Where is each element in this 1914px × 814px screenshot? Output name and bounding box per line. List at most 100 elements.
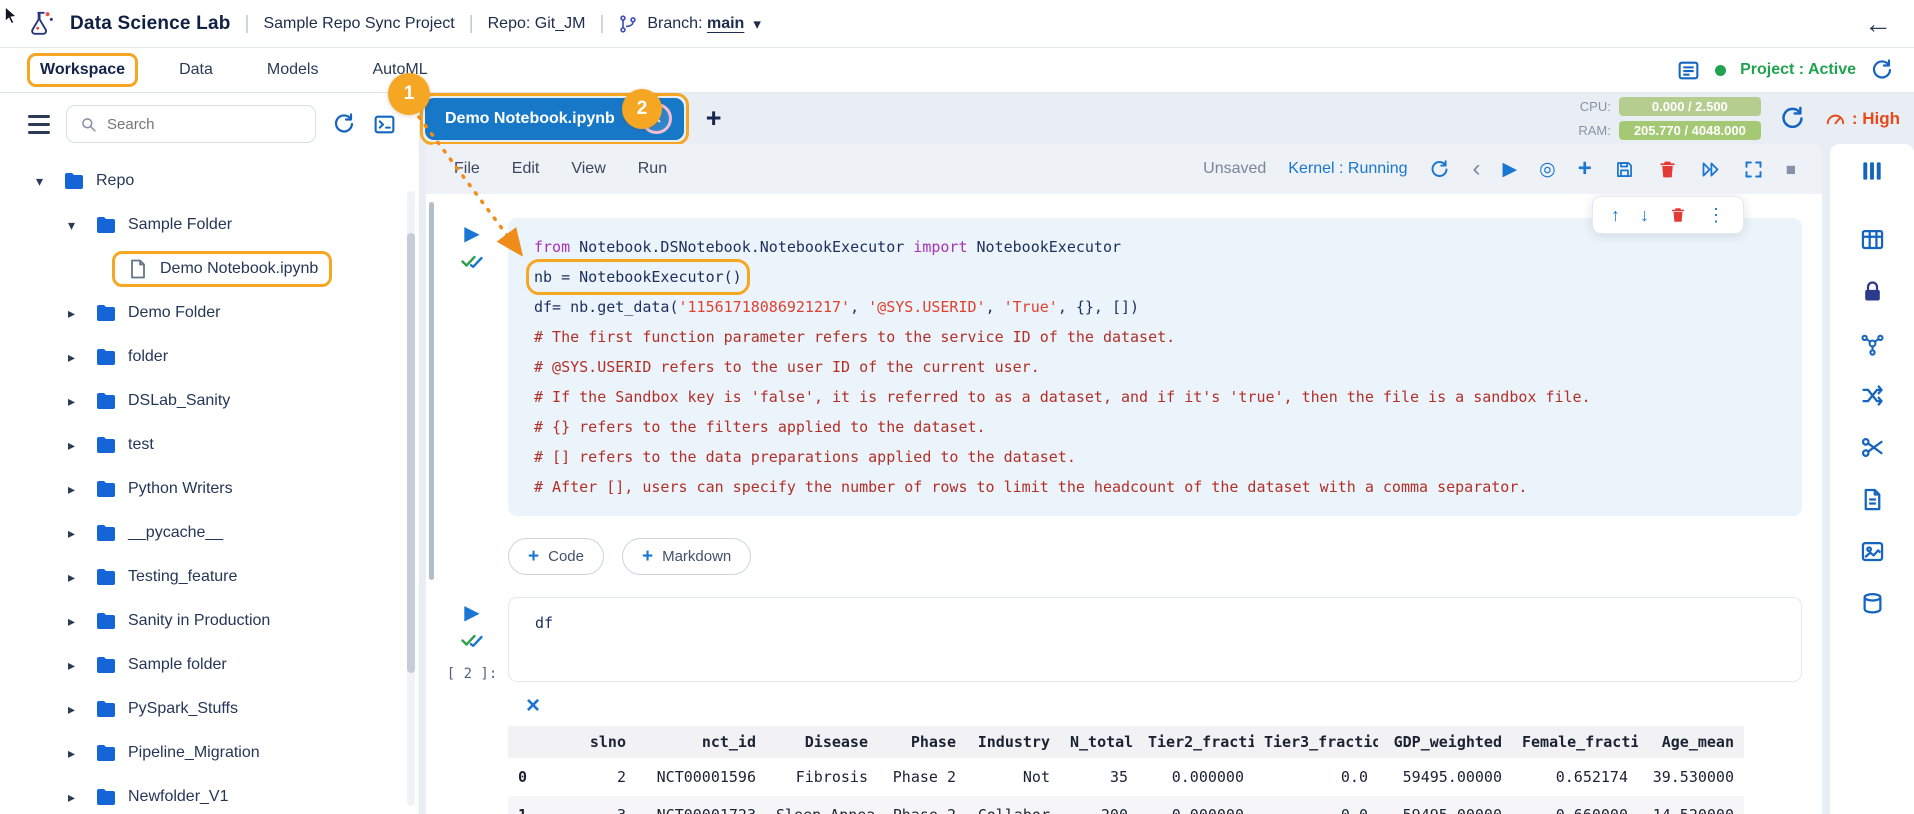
folder-icon	[94, 521, 118, 545]
tree-item-folder[interactable]: ▸DSLab_Sanity	[0, 379, 419, 423]
cell-1-editor[interactable]: from Notebook.DSNotebook.NotebookExecuto…	[508, 218, 1802, 516]
menu-edit[interactable]: Edit	[512, 160, 540, 178]
refresh-tree-icon[interactable]	[332, 112, 356, 136]
run-cell-button[interactable]: ▶	[1502, 160, 1517, 179]
table-cell: 14.520000	[1638, 796, 1744, 814]
chevron-right-icon[interactable]: ▸	[68, 525, 94, 542]
chevron-right-icon[interactable]: ▸	[68, 657, 94, 674]
tree-item-folder[interactable]: ▸folder	[0, 335, 419, 379]
tree-item-folder[interactable]: ▸Python Writers	[0, 467, 419, 511]
chevron-right-icon[interactable]: ▸	[68, 437, 94, 454]
save-button[interactable]	[1614, 159, 1635, 180]
columns-layout-icon[interactable]	[1859, 158, 1885, 184]
chevron-down-icon[interactable]: ▾	[68, 217, 94, 234]
cell-2-editor[interactable]: df	[508, 597, 1802, 682]
chevron-right-icon[interactable]: ▸	[68, 393, 94, 410]
search-box[interactable]	[66, 105, 316, 143]
tree-item-folder[interactable]: ▸Demo Folder	[0, 291, 419, 335]
nav-tab-data[interactable]: Data	[169, 56, 223, 84]
nav-tab-models[interactable]: Models	[257, 56, 329, 84]
tree-item-folder[interactable]: ▸PySpark_Stuffs	[0, 687, 419, 731]
move-cell-up-button[interactable]: ↑	[1611, 206, 1620, 224]
table-cell: 0.0	[1254, 796, 1378, 814]
search-icon	[79, 115, 98, 134]
lock-icon[interactable]	[1859, 278, 1886, 305]
usage-label: : High	[1852, 109, 1900, 129]
notebook-scrollbar[interactable]	[429, 202, 434, 580]
reader-icon[interactable]	[1676, 58, 1701, 83]
kernel-status: Kernel : Running	[1288, 160, 1407, 178]
folder-icon	[94, 653, 118, 677]
run-all-button[interactable]	[1700, 159, 1721, 180]
folder-icon	[94, 697, 118, 721]
tree-item-folder[interactable]: ▾Sample Folder	[0, 203, 419, 247]
tree-item-folder[interactable]: ▸Testing_feature	[0, 555, 419, 599]
resource-monitor: CPU: 0.000 / 2.500 RAM: 205.770 / 4048.0…	[1569, 97, 1761, 140]
fullscreen-button[interactable]	[1743, 159, 1764, 180]
table-row-index: 1	[508, 796, 556, 814]
tree-item-folder[interactable]: ▾Repo	[0, 159, 419, 203]
chevron-right-icon[interactable]: ▸	[68, 305, 94, 322]
image-chart-icon[interactable]	[1859, 538, 1886, 565]
menu-view[interactable]: View	[571, 160, 605, 178]
table-row-index: 0	[508, 758, 556, 796]
restart-kernel-button[interactable]: ◎	[1539, 160, 1556, 179]
cell-more-options-button[interactable]: ⋮	[1707, 206, 1725, 224]
run-cell-2-button[interactable]: ▶	[464, 601, 479, 625]
nav-tab-workspace[interactable]: Workspace	[30, 56, 135, 84]
branch-selector[interactable]: Branch: main ▾	[618, 14, 760, 34]
menu-file[interactable]: File	[454, 160, 480, 178]
chevron-down-icon[interactable]: ▾	[36, 173, 62, 190]
folder-icon	[94, 785, 118, 809]
database-icon[interactable]	[1859, 590, 1886, 617]
run-cell-1-button[interactable]: ▶	[464, 222, 479, 246]
sidebar-scrollbar[interactable]	[407, 191, 415, 806]
scissors-icon[interactable]	[1859, 434, 1886, 461]
chevron-right-icon[interactable]: ▸	[68, 613, 94, 630]
molecule-icon[interactable]	[1859, 330, 1886, 357]
tree-item-file[interactable]: Demo Notebook.ipynb	[0, 247, 419, 291]
hamburger-menu-icon[interactable]	[28, 115, 50, 134]
table-cell: Phase 2	[878, 758, 966, 796]
table-column-header: nct_id	[636, 726, 766, 758]
chevron-right-icon[interactable]: ▸	[68, 569, 94, 586]
chevron-right-icon[interactable]: ▸	[68, 745, 94, 762]
refresh-icon[interactable]	[1870, 58, 1894, 82]
chevron-right-icon[interactable]: ▸	[68, 789, 94, 806]
document-icon[interactable]	[1859, 486, 1886, 513]
usage-gauge-icon	[1824, 107, 1847, 130]
folder-icon	[94, 345, 118, 369]
chevron-right-icon[interactable]: ▸	[68, 701, 94, 718]
tree-item-folder[interactable]: ▸Sample folder	[0, 643, 419, 687]
branch-prefix: Branch:	[647, 15, 702, 32]
tree-item-folder[interactable]: ▸Sanity in Production	[0, 599, 419, 643]
delete-button[interactable]	[1657, 159, 1678, 180]
add-markdown-button[interactable]: + Markdown	[622, 538, 751, 575]
tree-item-folder[interactable]: ▸Pipeline_Migration	[0, 731, 419, 775]
chevron-right-icon[interactable]: ▸	[68, 349, 94, 366]
refresh-resources-icon[interactable]	[1779, 105, 1806, 132]
tree-item-folder[interactable]: ▸__pycache__	[0, 511, 419, 555]
clear-output-button[interactable]: ×	[526, 694, 548, 718]
stop-kernel-button[interactable]: ■	[1786, 161, 1796, 178]
delete-cell-button[interactable]	[1669, 206, 1687, 224]
sidebar-scrollbar-thumb[interactable]	[407, 233, 415, 673]
chevron-left-icon[interactable]: ‹	[1472, 157, 1480, 181]
table-icon[interactable]	[1859, 226, 1886, 253]
tree-item-folder[interactable]: ▸test	[0, 423, 419, 467]
table-cell: 3	[556, 796, 636, 814]
shuffle-icon[interactable]	[1859, 382, 1886, 409]
console-icon[interactable]	[372, 112, 397, 137]
refresh-kernel-button[interactable]	[1429, 159, 1450, 180]
search-input[interactable]	[107, 116, 303, 133]
back-arrow-button[interactable]: ←	[1864, 10, 1892, 38]
move-cell-down-button[interactable]: ↓	[1640, 206, 1649, 224]
new-tab-button[interactable]: +	[706, 103, 722, 134]
chevron-right-icon[interactable]: ▸	[68, 481, 94, 498]
menu-run[interactable]: Run	[638, 160, 667, 178]
add-cell-button[interactable]: +	[1578, 157, 1592, 181]
tree-item-folder[interactable]: ▸Newfolder_V1	[0, 775, 419, 814]
branch-name: main	[707, 15, 744, 32]
add-code-button[interactable]: + Code	[508, 538, 604, 575]
project-status-dot	[1715, 65, 1726, 76]
